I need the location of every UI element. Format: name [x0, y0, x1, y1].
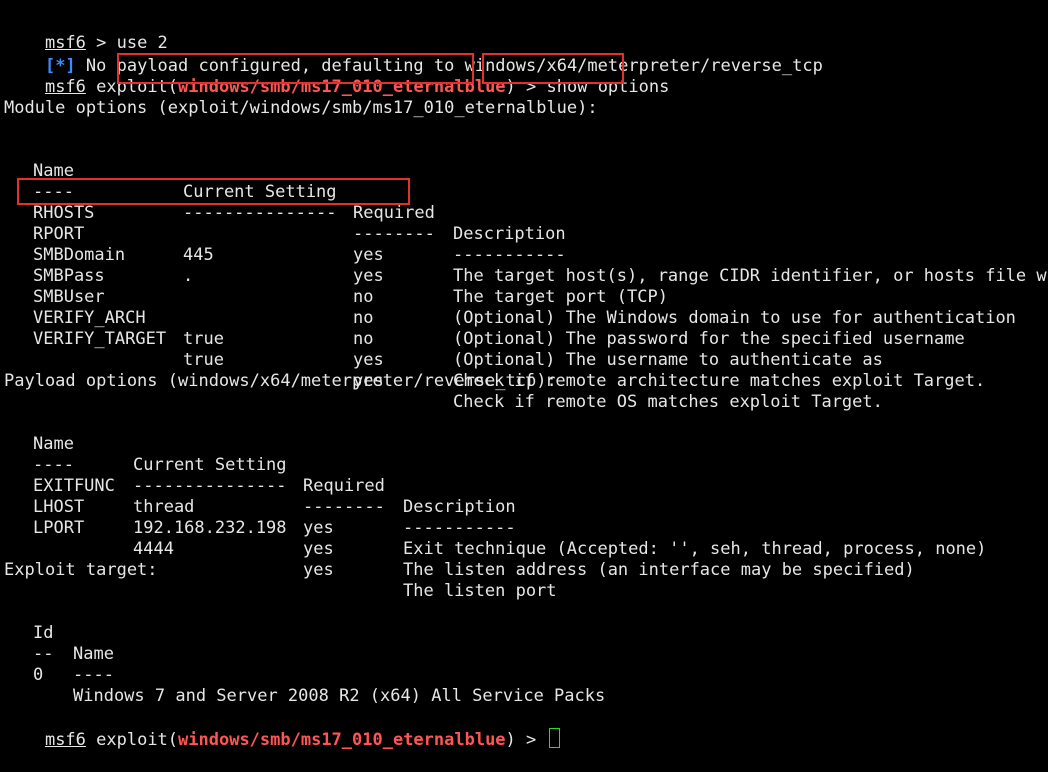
msf-prompt: msf6 — [44, 730, 86, 750]
prompt-arrow: > — [515, 730, 547, 750]
table-row: VERIFY_ARCH true yes Check if remote arc… — [0, 287, 1048, 391]
context-close: ) — [505, 77, 516, 97]
option-value: true — [183, 350, 224, 370]
payload-options-dash-row: ---- --------------- -------- ----------… — [0, 434, 1048, 538]
table-row: VERIFY_TARGET true yes Check if remote O… — [0, 308, 1048, 412]
dash-name: ---- — [73, 665, 114, 685]
option-required: no — [353, 329, 374, 349]
prompt-arrow: > — [515, 77, 547, 97]
option-description: Exit technique (Accepted: '', seh, threa… — [403, 539, 987, 559]
table-row: SMBDomain . no (Optional) The Windows do… — [0, 224, 1048, 328]
option-required: yes — [353, 350, 384, 370]
option-description: (Optional) The password for the specifie… — [453, 329, 965, 349]
table-row: RHOSTS yes The target host(s), range CID… — [0, 182, 1048, 286]
option-description: Check if remote OS matches exploit Targe… — [453, 392, 883, 412]
module-options-header-row: Name Current Setting Required Descriptio… — [0, 140, 1048, 244]
option-required: yes — [303, 518, 334, 538]
dash-description: ----------- — [403, 518, 516, 538]
table-row: SMBUser no (Optional) The username to au… — [0, 266, 1048, 370]
option-name: LPORT — [33, 518, 85, 538]
module-options-heading: Module options (exploit/windows/smb/ms17… — [4, 98, 598, 118]
exploit-target-dash-row: -- ---- — [0, 623, 1048, 685]
table-row: EXITFUNC thread yes Exit technique (Acce… — [0, 455, 1048, 559]
payload-options-header-row: Name Current Setting Required Descriptio… — [0, 413, 1048, 517]
active-prompt-line[interactable]: msf6 exploit(windows/smb/ms17_010_eterna… — [4, 707, 560, 750]
table-row: LPORT 4444 yes The listen port — [0, 497, 1048, 601]
option-required: yes — [303, 560, 334, 580]
payload-options-heading: Payload options (windows/x64/meterpreter… — [4, 371, 557, 391]
info-message: [*] No payload configured, defaulting to… — [4, 35, 823, 76]
option-description: The listen address (an interface may be … — [403, 560, 915, 580]
module-options-dash-row: ---- --------------- -------- ----------… — [0, 161, 1048, 265]
command-line-show-options: msf6 exploit(windows/smb/ms17_010_eterna… — [4, 56, 669, 97]
terminal-window[interactable]: msf6 > use 2 [*] No payload configured, … — [0, 0, 1048, 750]
msf-prompt: msf6 — [44, 77, 86, 97]
option-value: true — [183, 329, 224, 349]
command-line-use: msf6 > use 2 — [4, 12, 168, 53]
option-required: yes — [303, 539, 334, 559]
option-value: 192.168.232.198 — [133, 518, 287, 538]
context-open: exploit( — [85, 730, 179, 750]
target-name: Windows 7 and Server 2008 R2 (x64) All S… — [73, 686, 606, 706]
text-cursor[interactable] — [548, 728, 560, 748]
command-text: show options — [546, 77, 670, 97]
table-row: 0 Windows 7 and Server 2008 R2 (x64) All… — [0, 644, 1048, 706]
target-id: 0 — [33, 665, 44, 685]
option-description: The listen port — [403, 581, 557, 601]
context-open: exploit( — [85, 77, 179, 97]
module-name: windows/smb/ms17_010_eternalblue — [178, 77, 506, 97]
option-description: (Optional) The username to authenticate … — [453, 350, 883, 370]
module-name: windows/smb/ms17_010_eternalblue — [178, 730, 506, 750]
exploit-target-heading: Exploit target: — [4, 560, 158, 580]
context-close: ) — [505, 730, 516, 750]
table-row: LHOST 192.168.232.198 yes The listen add… — [0, 476, 1048, 580]
option-name: VERIFY_TARGET — [33, 329, 167, 349]
option-value: 4444 — [133, 539, 174, 559]
table-row: SMBPass no (Optional) The password for t… — [0, 245, 1048, 349]
table-row: RPORT 445 yes The target port (TCP) — [0, 203, 1048, 307]
exploit-target-header-row: Id Name — [0, 602, 1048, 664]
